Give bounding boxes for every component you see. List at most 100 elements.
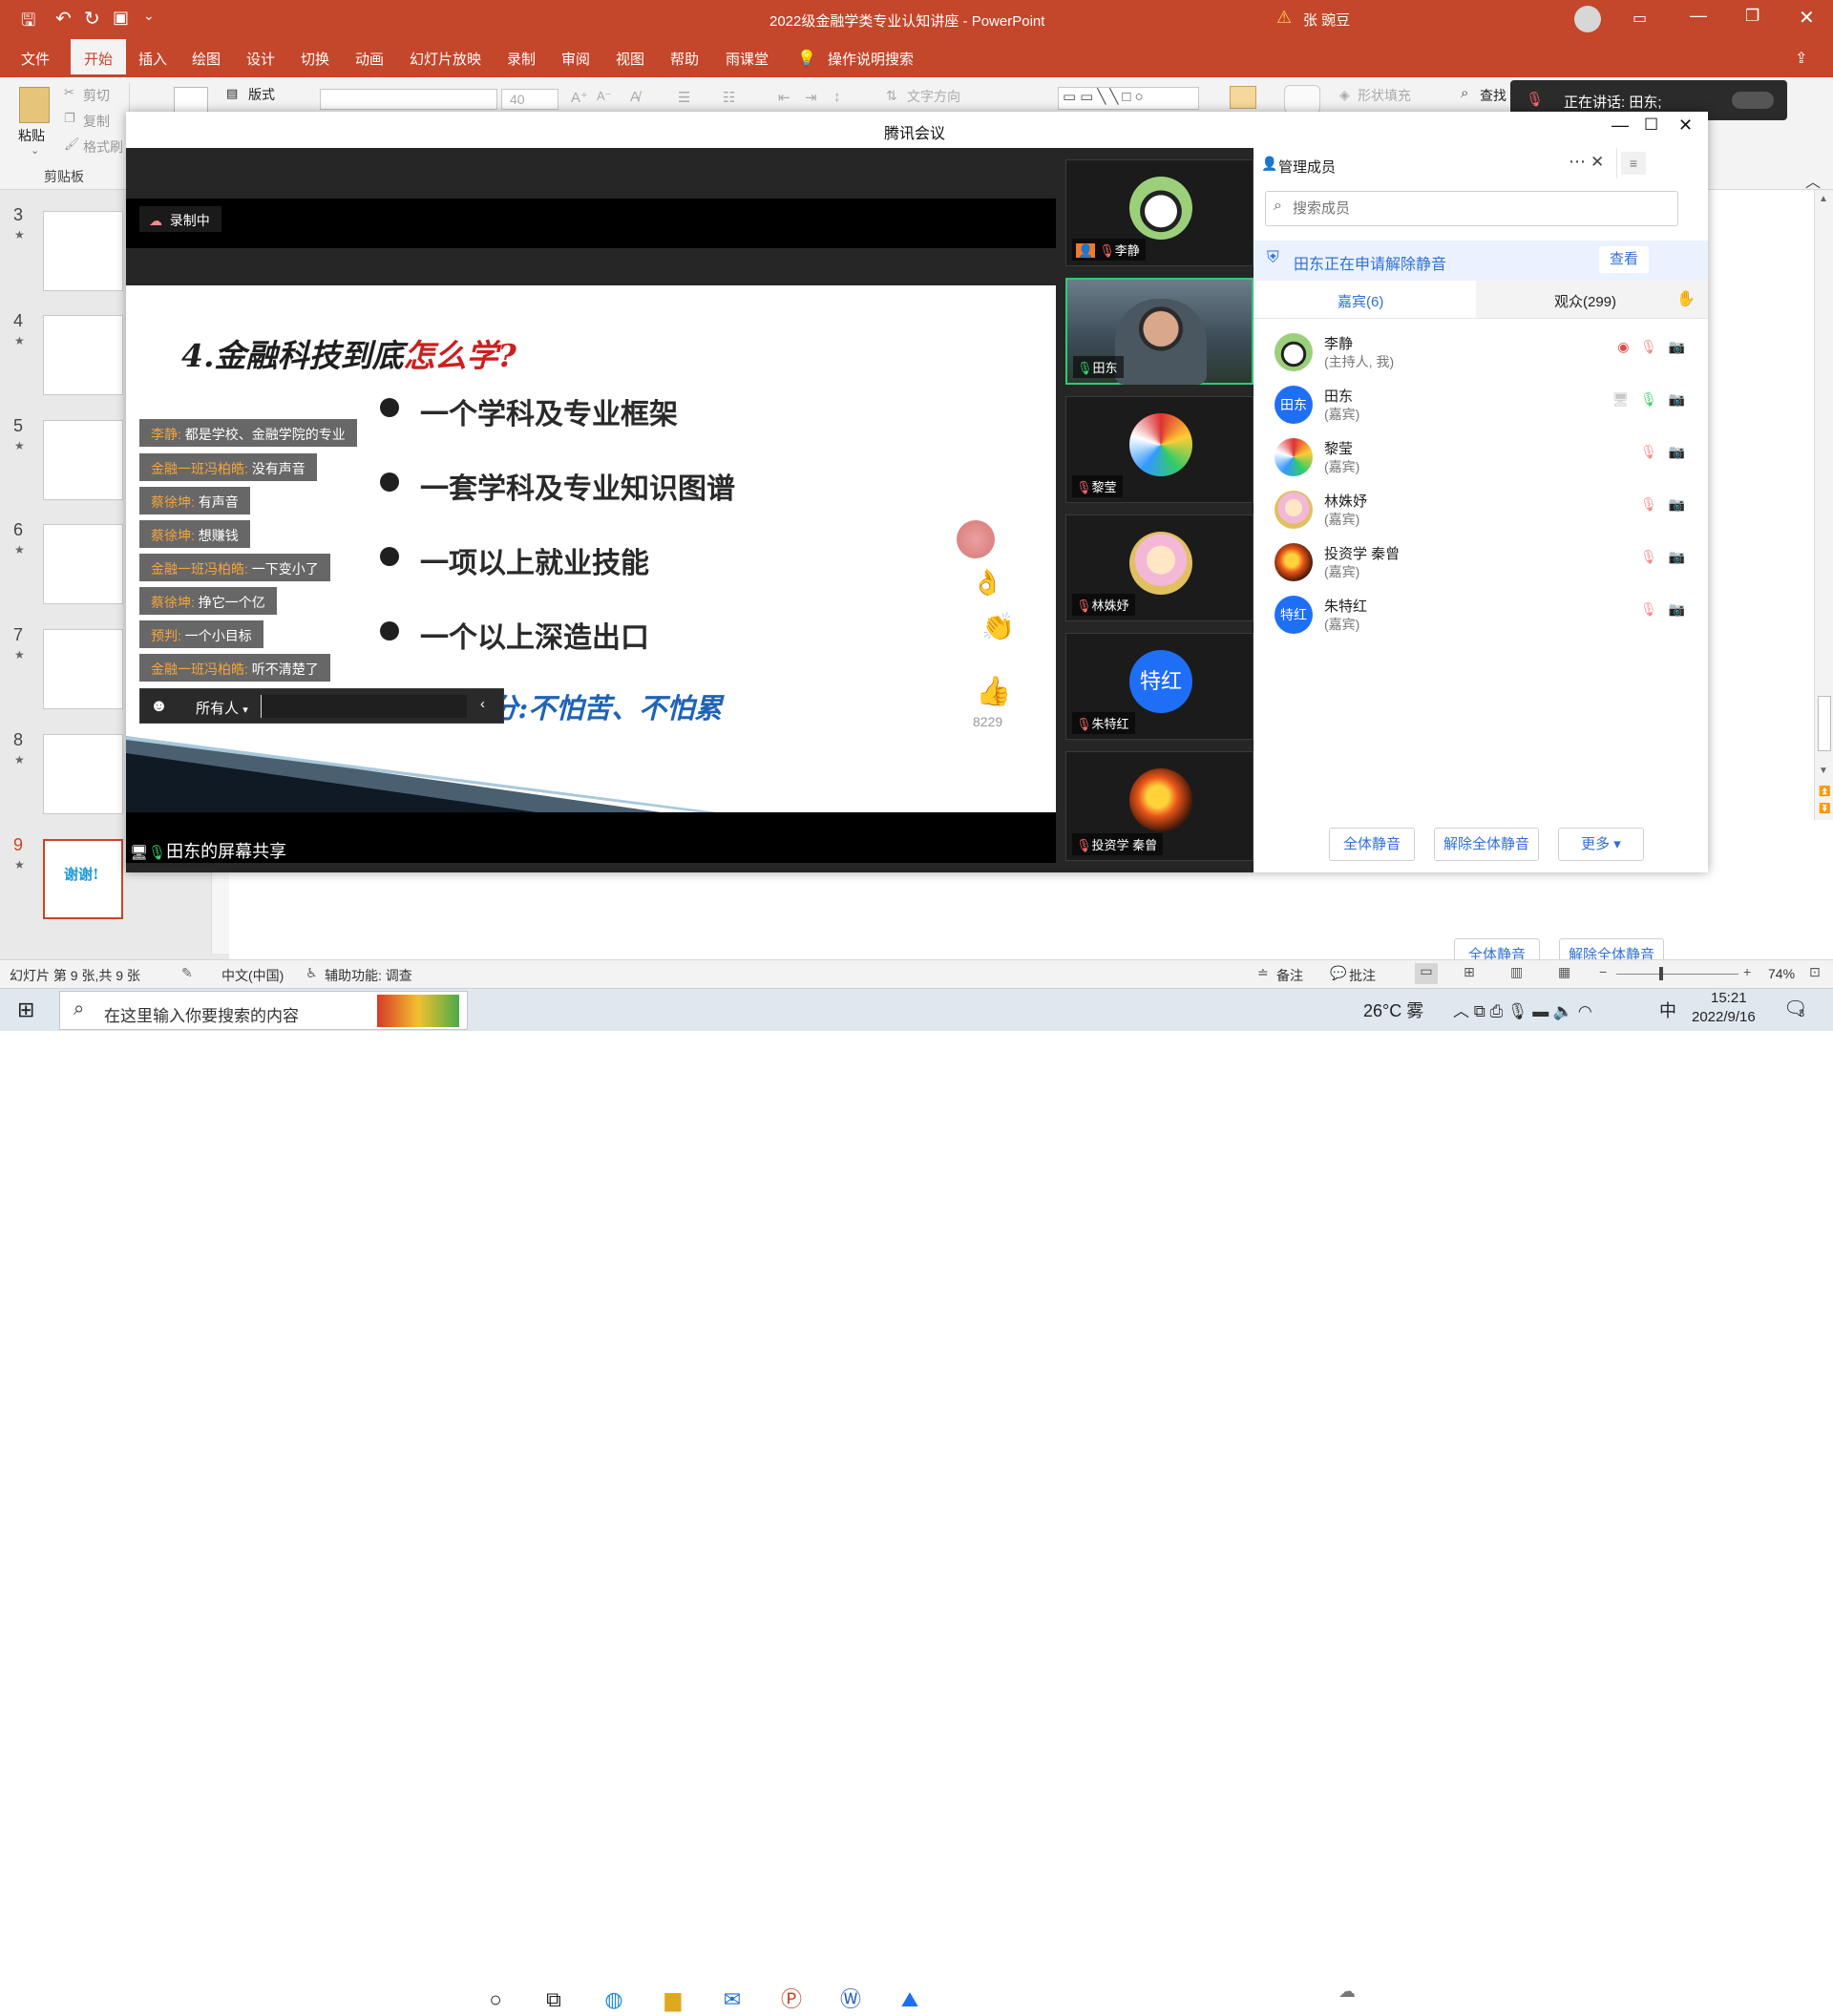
tab-yuketang[interactable]: 雨课堂 <box>726 49 769 69</box>
zoom-out-icon[interactable]: − <box>1599 964 1607 979</box>
unmute-all-button[interactable]: 解除全体静音 <box>1434 828 1539 861</box>
user-avatar[interactable] <box>1574 6 1601 32</box>
collapse-chat-icon[interactable]: ‹ <box>480 696 485 712</box>
tab-design[interactable]: 设计 <box>246 49 275 69</box>
slide-thumb-3[interactable] <box>43 211 123 291</box>
member-search-box[interactable]: ⌕ <box>1265 191 1678 226</box>
taskbar-search-box[interactable]: ⌕ 在这里输入你要搜索的内容 <box>59 991 468 1030</box>
line-spacing-icon[interactable]: ↕ <box>833 89 841 105</box>
paste-label[interactable]: 粘贴 <box>18 126 45 145</box>
video-tile[interactable]: 特红 🎙朱特红 <box>1065 633 1254 740</box>
accessibility-status[interactable]: 辅助功能: 调查 <box>325 966 412 985</box>
mic-muted-icon[interactable]: 🎙 <box>1640 444 1657 459</box>
mic-muted-icon[interactable]: 🎙 <box>1640 339 1657 354</box>
zoom-slider-thumb[interactable] <box>1659 967 1663 980</box>
redo-icon[interactable]: ↻ <box>84 7 100 31</box>
thumbs-up-icon[interactable]: 👍 <box>976 675 1011 708</box>
meeting-minimize-icon[interactable]: — <box>1612 116 1629 136</box>
slide-thumb-8[interactable] <box>43 734 123 814</box>
cortana-icon[interactable]: ○ <box>479 1984 512 2016</box>
spellcheck-icon[interactable]: ✎ <box>181 965 193 981</box>
tab-guests[interactable]: 嘉宾(6) <box>1254 281 1476 319</box>
member-row[interactable]: 李静 (主持人, 我) ◉ 🎙 📷 <box>1275 329 1695 382</box>
close-icon[interactable]: ✕ <box>1799 6 1815 30</box>
quick-styles-icon[interactable] <box>1284 85 1320 114</box>
tab-draw[interactable]: 绘图 <box>192 49 221 69</box>
bullets-icon[interactable]: ☰ <box>678 89 690 106</box>
arrange-icon[interactable] <box>1230 86 1256 109</box>
windows-start-icon[interactable]: ⊞ <box>17 998 34 1022</box>
zoom-slider[interactable] <box>1616 974 1738 975</box>
copy-button[interactable]: 复制 <box>83 112 110 131</box>
tab-help[interactable]: 帮助 <box>670 49 699 69</box>
member-row[interactable]: 黎莹 (嘉宾) 🎙 📷 <box>1275 434 1695 487</box>
shapes-gallery[interactable]: ▭▭╲╲□○ <box>1058 87 1199 110</box>
font-size-select[interactable]: 40 <box>501 89 558 110</box>
member-row[interactable]: 特红 朱特红 (嘉宾) 🎙 📷 <box>1275 592 1695 644</box>
task-view-icon[interactable]: ⧉ <box>537 1984 570 2016</box>
customize-qat-icon[interactable]: ⌄ <box>143 8 155 24</box>
recording-eye-icon[interactable]: ◉ <box>1617 339 1629 354</box>
emoji-icon[interactable]: ☻ <box>150 696 168 716</box>
present-icon[interactable]: ▣ <box>113 8 129 28</box>
numbering-icon[interactable]: ☷ <box>723 89 735 106</box>
camera-off-icon[interactable]: 📷 <box>1669 391 1685 407</box>
more-button[interactable]: 更多 ▾ <box>1558 828 1644 861</box>
clear-format-icon[interactable]: A̸ <box>630 89 640 105</box>
find-button[interactable]: 查找 <box>1480 86 1506 105</box>
scroll-up-icon[interactable]: ▲ <box>1819 194 1828 204</box>
fit-slide-icon[interactable]: ⊡ <box>1809 964 1821 980</box>
panel-menu-icon[interactable]: ≡ <box>1621 152 1646 175</box>
normal-view-icon[interactable]: ▭ <box>1415 963 1438 984</box>
camera-off-icon[interactable]: 📷 <box>1669 444 1685 459</box>
mic-muted-icon[interactable]: 🎙 <box>1640 496 1657 512</box>
undo-icon[interactable]: ↶ <box>55 7 72 31</box>
restore-icon[interactable]: ❐ <box>1745 7 1759 26</box>
prev-slide-icon[interactable]: ⏫ <box>1819 787 1830 797</box>
member-search-input[interactable] <box>1293 196 1665 221</box>
search-hint[interactable]: 操作说明搜索 <box>828 49 914 69</box>
font-name-select[interactable] <box>320 89 497 110</box>
camera-off-icon[interactable]: 📷 <box>1669 496 1685 512</box>
warning-icon[interactable]: ⚠ <box>1276 8 1292 28</box>
slide-thumb-9[interactable]: 谢谢! <box>43 839 123 919</box>
slide-thumb-7[interactable] <box>43 629 123 709</box>
word-icon[interactable]: Ⓦ <box>834 1984 867 2016</box>
member-row[interactable]: 投资学 秦曾 (嘉宾) 🎙 📷 <box>1275 539 1695 592</box>
meeting-maximize-icon[interactable]: ☐ <box>1644 116 1658 135</box>
video-tile[interactable]: 🎙投资学 秦曾 <box>1065 751 1254 861</box>
recording-badge[interactable]: ☁ 录制中 <box>139 206 221 232</box>
file-explorer-icon[interactable]: ▆ <box>657 1984 689 2016</box>
video-tile[interactable]: 👤 🎙李静 <box>1065 159 1254 266</box>
mic-muted-icon[interactable]: 🎙 <box>1640 549 1657 564</box>
tab-view[interactable]: 视图 <box>616 49 644 69</box>
clock-time[interactable]: 15:21 <box>1711 990 1747 1006</box>
video-tile[interactable]: 🎙林姝妤 <box>1065 514 1254 621</box>
slideshow-icon[interactable]: ▦ <box>1558 964 1570 980</box>
ime-indicator[interactable]: 中 <box>1659 998 1676 1022</box>
share-icon[interactable]: ⇪ <box>1795 49 1807 68</box>
decrease-indent-icon[interactable]: ⇤ <box>778 89 790 106</box>
tab-transitions[interactable]: 切换 <box>301 49 329 69</box>
notes-button[interactable]: 备注 <box>1276 966 1303 985</box>
zoom-in-icon[interactable]: + <box>1743 964 1751 979</box>
zoom-level[interactable]: 74% <box>1768 966 1795 981</box>
tab-file[interactable]: 文件 <box>21 49 50 69</box>
slide-sorter-icon[interactable]: ⊞ <box>1464 964 1475 980</box>
mic-on-icon[interactable]: 🎙 <box>1640 391 1657 407</box>
chat-recipient-select[interactable]: 所有人 ▾ <box>196 698 248 718</box>
slide-thumb-4[interactable] <box>43 315 123 395</box>
shape-fill-button[interactable]: 形状填充 <box>1358 86 1411 105</box>
member-row[interactable]: 林姝妤 (嘉宾) 🎙 📷 <box>1275 487 1695 539</box>
view-request-button[interactable]: 查看 <box>1599 246 1649 273</box>
weather-text[interactable]: 26°C 雾 <box>1363 998 1423 1022</box>
tab-review[interactable]: 审阅 <box>561 49 590 69</box>
chat-input[interactable] <box>261 695 467 718</box>
paste-icon[interactable] <box>19 87 50 123</box>
mic-muted-icon[interactable]: 🎙 <box>1640 601 1657 617</box>
text-direction-button[interactable]: 文字方向 <box>907 87 960 106</box>
shrink-font-icon[interactable]: A⁻ <box>597 89 612 104</box>
minimize-icon[interactable]: — <box>1690 6 1707 26</box>
grow-font-icon[interactable]: A⁺ <box>571 89 588 106</box>
camera-off-icon[interactable]: 📷 <box>1669 601 1685 617</box>
